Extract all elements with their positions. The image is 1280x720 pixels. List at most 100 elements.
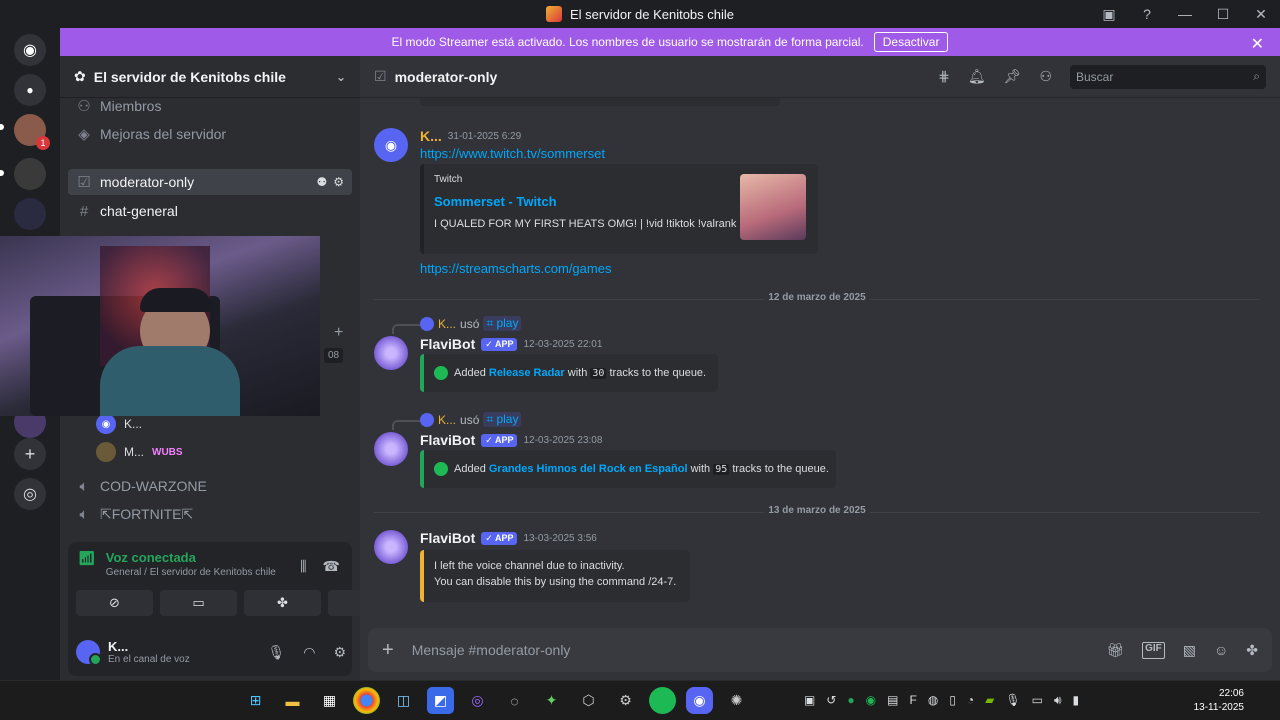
server-avatar[interactable]: 1 [14,114,50,150]
voice-user[interactable]: M... WUBS [96,440,183,464]
bot-avatar[interactable] [374,530,408,564]
user-avatar[interactable]: ◉ [374,128,408,162]
tray-icon[interactable]: ● [847,693,854,708]
voice-channel-cod[interactable]: 🔈︎ COD-WARZONE [68,473,352,499]
tray-icon[interactable]: F [909,693,916,708]
disconnect-icon[interactable]: ☎ [323,558,340,575]
interaction-reply[interactable]: K... usó ⌗ play [391,316,522,334]
sticker-icon[interactable]: ▧ [1183,642,1196,659]
minimize-button[interactable]: — [1166,0,1204,28]
playlist-link[interactable]: Grandes Himnos del Rock en Español [489,463,688,475]
server-avatar[interactable] [14,158,46,190]
app-icon[interactable]: ✺ [723,687,750,714]
interaction-reply[interactable]: K... usó ⌗ play [391,412,522,430]
app-icon[interactable]: ◫ [390,687,417,714]
direct-messages-icon[interactable]: ● [14,74,46,106]
message-author[interactable]: FlaviBot [420,432,475,448]
microphone-icon[interactable]: 🎙︎ [1005,693,1020,708]
chrome-icon[interactable] [353,687,380,714]
voice-connection-panel: 📶︎ Voz conectada General / El servidor d… [68,542,405,676]
channel-moderator-only[interactable]: ☑ moderator-only ⚉ ⚙ [68,169,352,195]
pin-icon[interactable]: 📌︎ [1004,68,1022,85]
inbox-icon[interactable]: ▣ [1090,0,1128,28]
close-window-button[interactable]: ✕ [1242,0,1280,28]
explore-icon[interactable]: ◎ [14,478,46,510]
channel-label: ⇱FORTNITE⇱ [100,505,194,522]
disable-streamer-button[interactable]: Desactivar [873,32,949,52]
headphones-icon[interactable]: ◠ [303,644,315,661]
file-explorer-icon[interactable]: ▬ [279,687,306,714]
title-bar: El servidor de Kenitobs chile ▣ ? — ☐ ✕ [0,0,1280,28]
embed-line: You can disable this by using the comman… [434,576,677,588]
message-author[interactable]: FlaviBot [420,530,475,546]
playlist-link[interactable]: Release Radar [489,367,565,379]
microphone-icon[interactable]: 🎙︎ [267,644,285,661]
settings-icon[interactable]: ⚙ [612,687,639,714]
app-icon[interactable]: ✦ [538,687,565,714]
bot-avatar[interactable] [374,432,408,466]
gear-icon[interactable]: ⚙ [333,175,344,189]
search-input[interactable]: Buscar ⌕ [1070,64,1266,89]
tray-icon[interactable]: ↺ [826,693,836,708]
emoji-icon[interactable]: ☺ [1214,642,1228,659]
app-icon[interactable]: ◩ [427,687,454,714]
apps-icon[interactable]: ✤ [1246,642,1258,659]
tray-icon[interactable]: ◉ [866,693,876,708]
channel-chat-general[interactable]: # chat-general [68,198,352,224]
add-channel-icon[interactable]: + [334,324,343,342]
message-header: FlaviBot ✓ APP 12-03-2025 23:08 [420,432,602,448]
app-icon[interactable]: ◎ [464,687,491,714]
screen-share-button[interactable]: ▭ [160,590,237,616]
tray-icon[interactable]: ◍ [928,693,938,708]
app-icon[interactable]: ◌ [501,687,528,714]
network-icon[interactable]: ▭ [1032,693,1043,708]
discord-home-icon[interactable]: ◉ [14,34,46,66]
embed-thumbnail[interactable] [740,174,806,240]
tray-icon[interactable]: ◔ [967,693,974,708]
message-composer[interactable]: + Mensaje #moderator-only 🎁︎ GIF ▧ ☺ ✤ [368,628,1272,672]
volume-icon[interactable]: 🔊︎ [1054,693,1062,708]
tray-icon[interactable]: ▤ [887,693,898,708]
tray-icon[interactable]: ▣ [804,693,815,708]
noise-suppression-icon[interactable]: ⫼ [300,558,306,575]
bot-avatar[interactable] [374,336,408,370]
invite-icon[interactable]: ⚉ [316,175,327,189]
command-chip[interactable]: ⌗ play [483,412,522,427]
members-icon[interactable]: ⚇ [1039,68,1052,85]
discord-icon[interactable]: ◉ [686,687,713,714]
gear-icon[interactable]: ⚙ [333,644,346,661]
spotify-icon[interactable] [649,687,676,714]
user-avatar[interactable] [76,640,102,666]
command-chip[interactable]: ⌗ play [483,316,522,331]
voice-channel-fortnite[interactable]: 🔈︎ ⇱FORTNITE⇱ [68,501,352,527]
system-clock[interactable]: 22:06 13-11-2025 [1194,687,1244,715]
gift-icon[interactable]: 🎁︎ [1106,642,1124,659]
camera-off-button[interactable]: ⊘ [76,590,153,616]
windows-start-icon[interactable]: ⊞ [242,687,269,714]
server-avatar[interactable] [14,198,46,230]
channel-boosts[interactable]: ◈ Mejoras del servidor [68,121,352,147]
threads-icon[interactable]: ⋕ [938,68,950,85]
app-icon[interactable]: ⬡ [575,687,602,714]
bell-icon[interactable]: 🔔︎ [968,68,986,85]
server-header[interactable]: ✿ El servidor de Kenitobs chile ⌄ [60,56,360,98]
battery-icon[interactable]: ▮ [1073,693,1080,708]
add-server-icon[interactable]: + [14,438,46,470]
close-icon[interactable]: ✕ [1251,34,1264,54]
activities-button[interactable]: ✤ [244,590,321,616]
tray-icon[interactable]: ▰ [985,693,994,708]
embed-title[interactable]: Sommerset - Twitch [434,194,557,209]
message-author[interactable]: FlaviBot [420,336,475,352]
tray-icon[interactable]: ▯ [949,693,956,708]
voice-location[interactable]: General / El servidor de Kenitobs chile [106,567,276,578]
gif-icon[interactable]: GIF [1142,641,1165,659]
text-fragment: with [564,367,591,379]
help-icon[interactable]: ? [1128,0,1166,28]
channel-members[interactable]: ⚇ Miembros [68,93,352,119]
message-link[interactable]: https://www.twitch.tv/sommerset [420,146,605,161]
add-attachment-icon[interactable]: + [382,639,394,662]
message-author[interactable]: K... [420,128,442,144]
store-icon[interactable]: ▦ [316,687,343,714]
message-link[interactable]: https://streamscharts.com/games [420,261,611,276]
maximize-button[interactable]: ☐ [1204,0,1242,28]
